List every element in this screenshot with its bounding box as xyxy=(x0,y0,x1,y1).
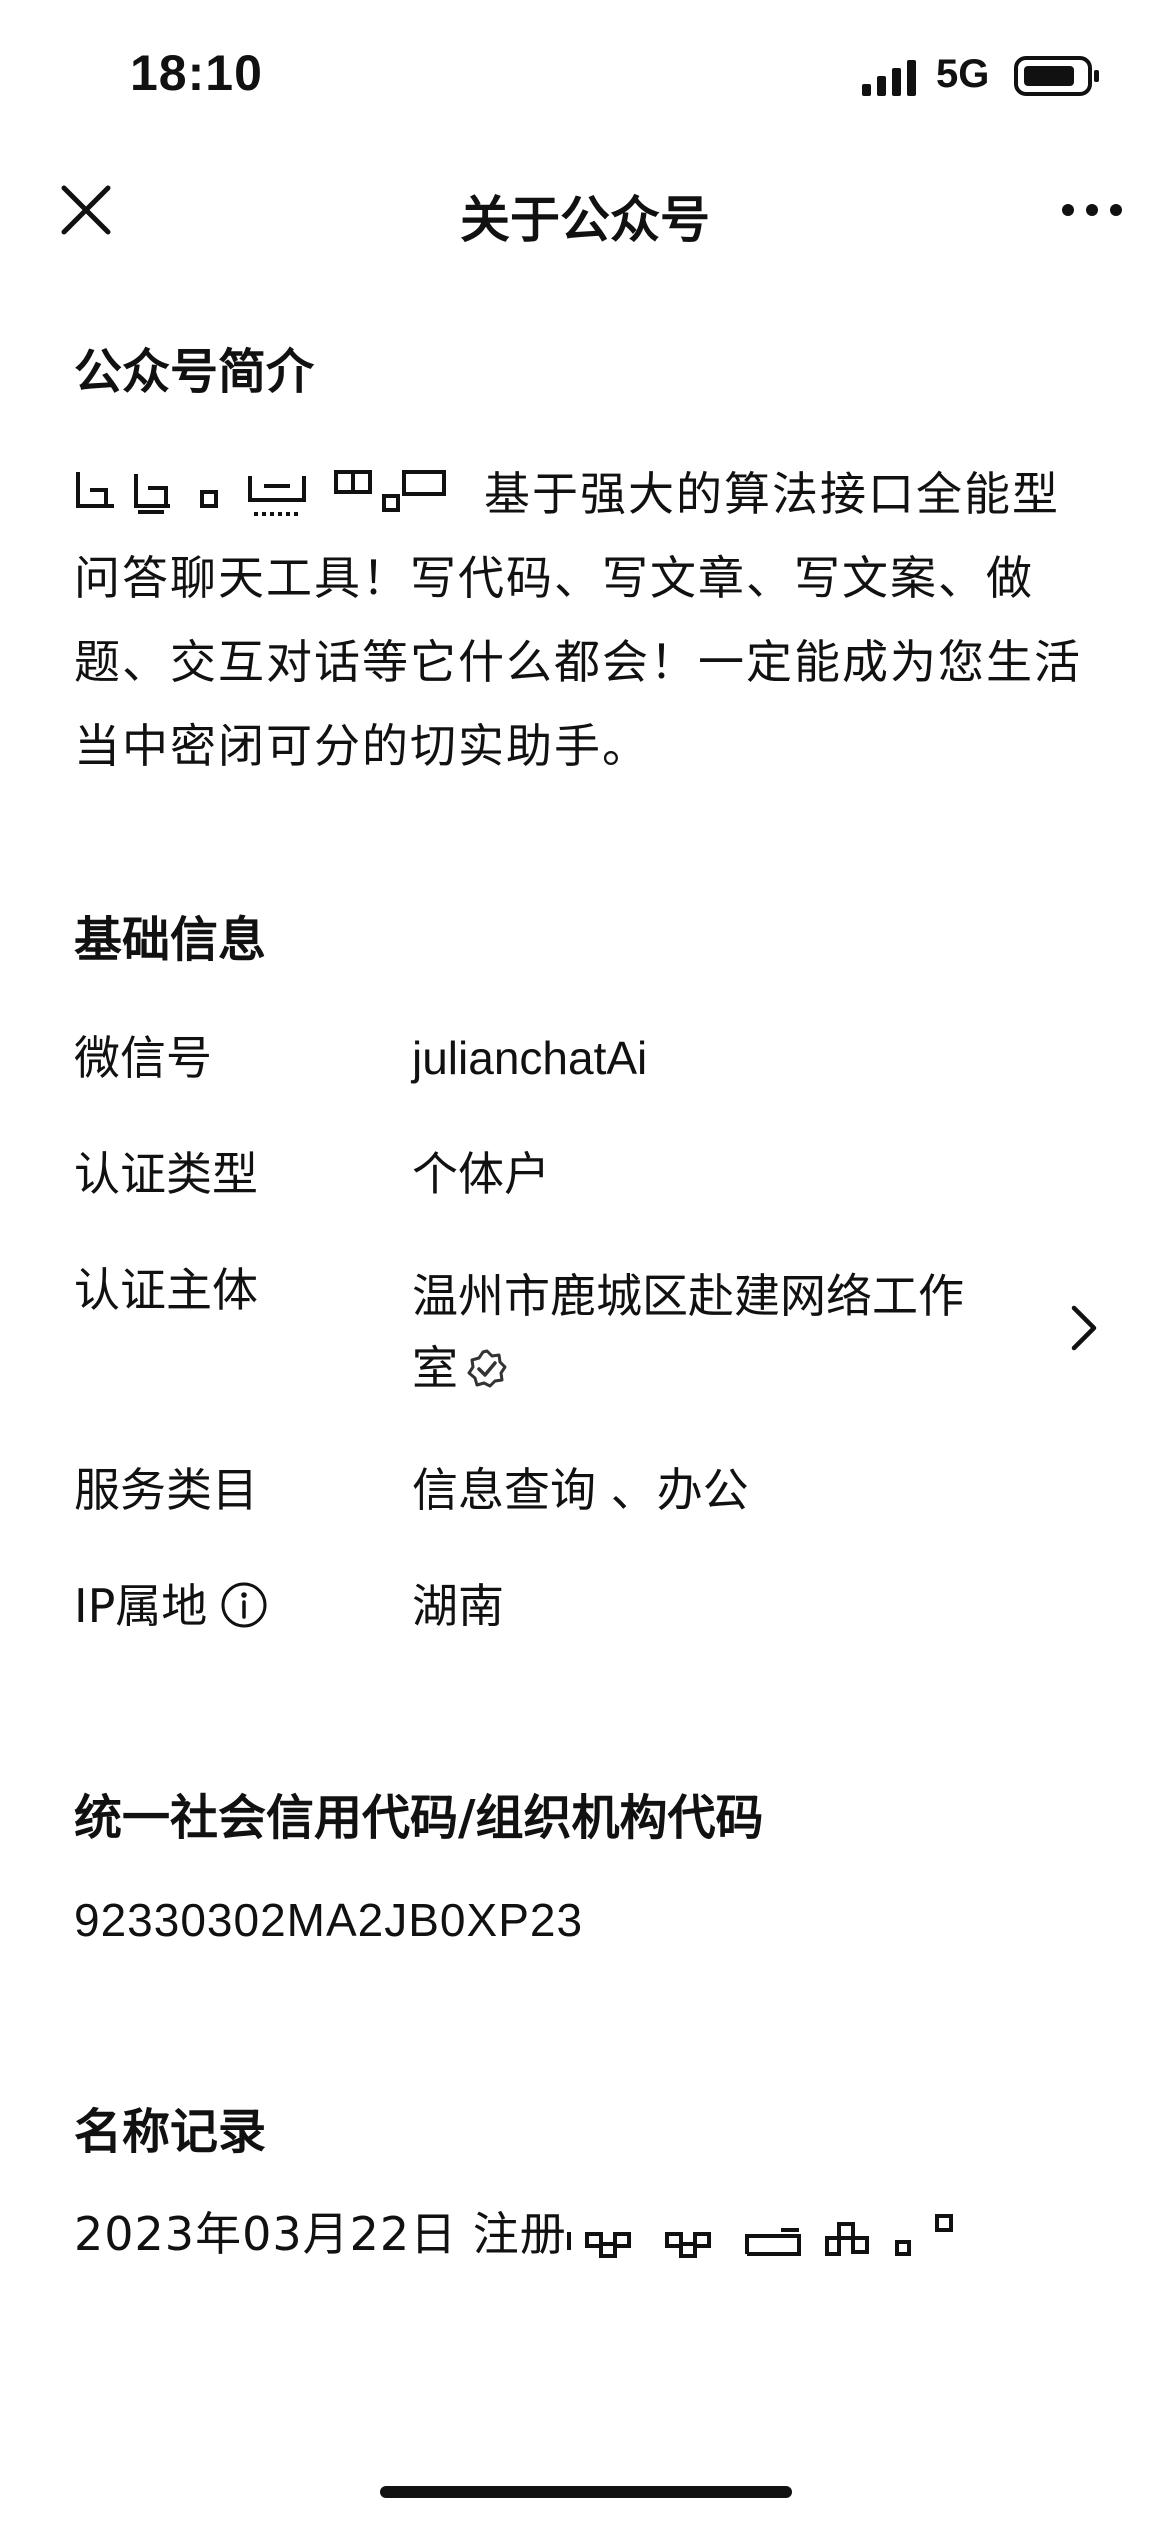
credit-code-value: 92330302MA2JB0XP23 xyxy=(74,1894,584,1946)
verification-type-row: 认证类型 个体户 xyxy=(74,1144,1104,1204)
name-record-row: 2023年03月22日 注册 xyxy=(74,2204,1104,2264)
redacted-name-glyphs xyxy=(76,470,446,516)
redacted-former-name-glyphs xyxy=(566,2214,953,2258)
ip-location-row: IP属地 湖南 xyxy=(74,1576,1104,1636)
wechat-id-label: 微信号 xyxy=(74,1031,212,1085)
network-type: 5G xyxy=(936,52,990,96)
intro-section-title: 公众号简介 xyxy=(74,344,315,400)
verification-type-label: 认证类型 xyxy=(74,1147,258,1201)
service-category-value: 信息查询 、办公 xyxy=(412,1463,749,1517)
verified-entity-value-wrap: 温州市鹿城区赴建网络工作室 xyxy=(412,1260,982,1404)
info-icon[interactable] xyxy=(219,1580,269,1630)
more-dots-icon[interactable] xyxy=(1060,190,1124,230)
ip-location-label-wrap: IP属地 xyxy=(74,1576,394,1636)
status-time: 18:10 xyxy=(130,45,263,101)
service-category-row: 服务类目 信息查询 、办公 xyxy=(74,1460,1104,1520)
verification-type-value: 个体户 xyxy=(412,1147,550,1201)
wechat-id-row: 微信号 julianchatAi xyxy=(74,1028,1104,1088)
credit-code-title: 统一社会信用代码/组织机构代码 xyxy=(74,1790,764,1846)
battery-icon xyxy=(1014,56,1099,96)
service-category-label: 服务类目 xyxy=(74,1463,258,1517)
name-record-title: 名称记录 xyxy=(74,2104,267,2160)
name-record-value: 2023年03月22日 注册 xyxy=(74,2207,567,2261)
status-bar: 18:10 5G xyxy=(0,0,1170,150)
verified-entity-label: 认证主体 xyxy=(74,1263,258,1317)
basic-info-title: 基础信息 xyxy=(74,912,267,968)
ip-location-label: IP属地 xyxy=(74,1579,208,1633)
nav-bar: 关于公众号 xyxy=(0,160,1170,260)
home-indicator[interactable] xyxy=(380,2486,792,2498)
verified-entity-row[interactable]: 认证主体 温州市鹿城区赴建网络工作室 xyxy=(74,1260,1104,1404)
intro-text-block: 基于强大的算法接口全能型问答聊天工具！写代码、写文章、写文案、做题、交互对话等它… xyxy=(74,452,1104,788)
signal-bars-icon xyxy=(862,60,916,96)
wechat-id-value: julianchatAi xyxy=(412,1032,648,1084)
main-content: 公众号简介 基于强大的算法接口全能型问答聊天工具！写代码、写文章、写文案、做题、… xyxy=(74,340,1104,2264)
verified-badge-icon xyxy=(467,1349,507,1388)
chevron-right-icon[interactable] xyxy=(1064,1300,1104,1356)
page-title: 关于公众号 xyxy=(460,191,710,249)
ip-location-value: 湖南 xyxy=(412,1579,504,1633)
